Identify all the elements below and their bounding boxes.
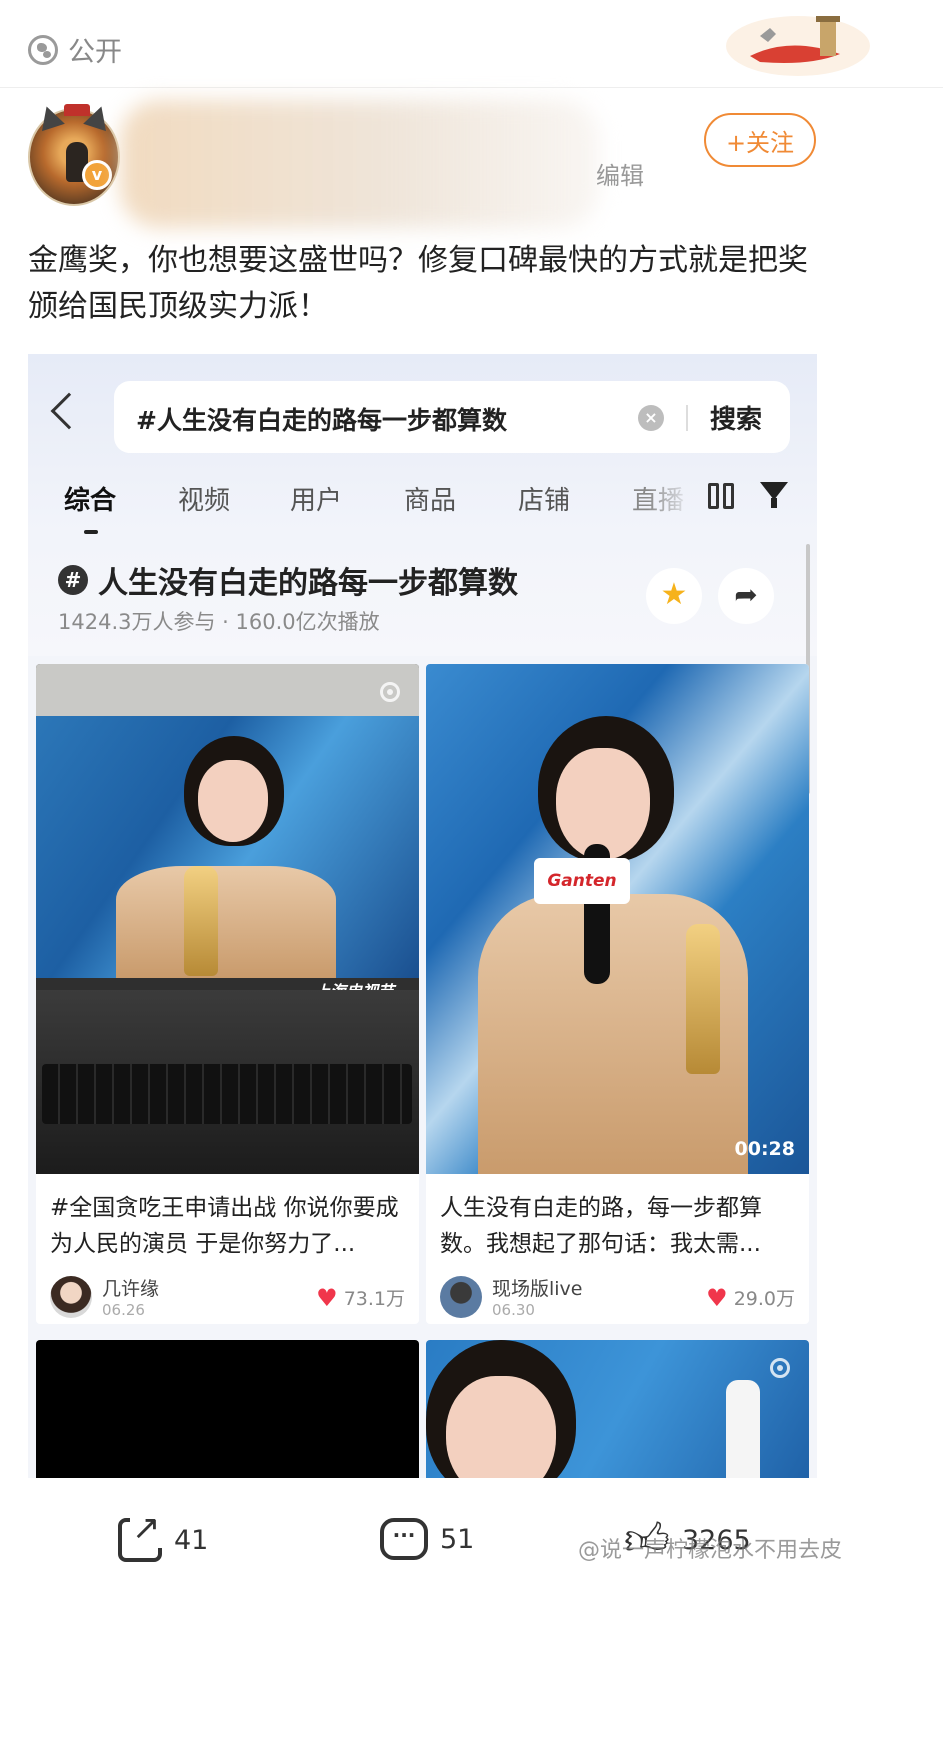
comment-count: 51 [440, 1523, 475, 1555]
tab-user[interactable]: 用户 [290, 480, 342, 517]
video-duration: 00:28 [734, 1138, 795, 1160]
search-box[interactable]: #人生没有白走的路每一步都算数 × 搜索 [114, 381, 790, 453]
share-arrow-icon[interactable]: ➦ [718, 568, 774, 624]
card-author[interactable]: 现场版live 06.30 [440, 1274, 583, 1319]
like-count-text: 73.1万 [343, 1288, 405, 1310]
tab-shop[interactable]: 店铺 [518, 480, 570, 517]
visibility-label: 公开 [68, 37, 122, 68]
user-name: 现场版live [492, 1278, 583, 1300]
globe-icon [28, 34, 58, 65]
video-card[interactable] [36, 1340, 419, 1478]
blurred-author-name [120, 100, 600, 228]
layout-toggle-icon[interactable] [708, 483, 738, 509]
user-name: 几许缘 [102, 1278, 160, 1300]
follow-label: +关注 [725, 128, 795, 157]
author-avatar[interactable] [28, 102, 120, 206]
action-bar: 41 ··· 51 👍︎ 3265 [0, 1480, 943, 1752]
comment-button[interactable]: ··· 51 [380, 1518, 474, 1560]
follow-button[interactable]: +关注 [704, 113, 816, 167]
edited-label: 编辑 [596, 162, 644, 190]
mic-brand-flag: Ganten [534, 858, 630, 904]
repost-icon [118, 1508, 163, 1562]
visibility-indicator[interactable]: 公开 [28, 30, 122, 69]
keyboard-image [42, 1064, 412, 1124]
search-tabs: 综合 视频 用户 商品 店铺 直播 [28, 480, 817, 540]
like-count[interactable]: ♥ 29.0万 [706, 1284, 795, 1311]
post-date: 06.30 [492, 1301, 535, 1319]
heart-icon: ♥ [706, 1283, 728, 1312]
divider [686, 405, 688, 431]
card-title: 人生没有白走的路，每一步都算数。我想起了那句话：我太需... [440, 1195, 762, 1257]
card-title: #全国贪吃王申请出战 你说你要成为人民的演员 于是你努力了... [50, 1195, 399, 1257]
post-text: 金鹰奖，你也想要这盛世吗？修复口碑最快的方式就是把奖颁给国民顶级实力派！ [28, 243, 808, 324]
search-button[interactable]: 搜索 [710, 399, 762, 436]
video-card[interactable] [426, 1340, 809, 1478]
topic-stats: 1424.3万人参与 · 160.0亿次播放 [58, 610, 380, 634]
post-date: 06.26 [102, 1301, 145, 1319]
like-count-text: 29.0万 [733, 1288, 795, 1310]
comment-icon: ··· [380, 1518, 428, 1560]
repost-button[interactable]: 41 [118, 1508, 209, 1562]
topic-title: # 人生没有白走的路每一步都算数 [58, 558, 518, 602]
video-thumbnail: Ganten 00:28 [426, 664, 809, 1174]
embedded-screenshot[interactable]: #人生没有白走的路每一步都算数 × 搜索 综合 视频 用户 商品 店铺 直播 #… [28, 354, 817, 1478]
tab-live[interactable]: 直播 [632, 480, 684, 517]
weibo-watermark: @说一声柠檬泡水不用去皮 [578, 1538, 843, 1563]
user-avatar [440, 1275, 482, 1318]
top-bar: 公开 [0, 0, 943, 88]
repost-count: 41 [174, 1524, 209, 1556]
hashtag-icon: # [58, 565, 88, 595]
video-card[interactable]: 上海电视节 #全国贪吃王申请出战 你说你要成为人民的演员 于是你努力了... 几… [36, 664, 419, 1324]
festive-badge-decoration [726, 16, 870, 76]
tab-goods[interactable]: 商品 [404, 480, 456, 517]
search-input[interactable]: #人生没有白走的路每一步都算数 [136, 401, 507, 437]
favorite-star-icon[interactable]: ★ [646, 568, 702, 624]
like-count[interactable]: ♥ 73.1万 [316, 1284, 405, 1311]
heart-icon: ♥ [316, 1283, 338, 1312]
live-photo-icon [380, 682, 400, 702]
topic-title-text: 人生没有白走的路每一步都算数 [98, 566, 518, 601]
clear-icon[interactable]: × [638, 405, 664, 431]
card-author[interactable]: 几许缘 06.26 [50, 1274, 159, 1319]
tab-comprehensive[interactable]: 综合 [64, 480, 116, 517]
verified-badge-icon: v [82, 160, 112, 190]
active-tab-indicator [84, 530, 98, 534]
user-avatar [50, 1275, 92, 1318]
video-card[interactable]: Ganten 00:28 人生没有白走的路，每一步都算数。我想起了那句话：我太需… [426, 664, 809, 1324]
video-thumbnail: 上海电视节 [36, 664, 419, 1174]
live-photo-icon [770, 1358, 790, 1378]
tab-video[interactable]: 视频 [178, 480, 230, 517]
